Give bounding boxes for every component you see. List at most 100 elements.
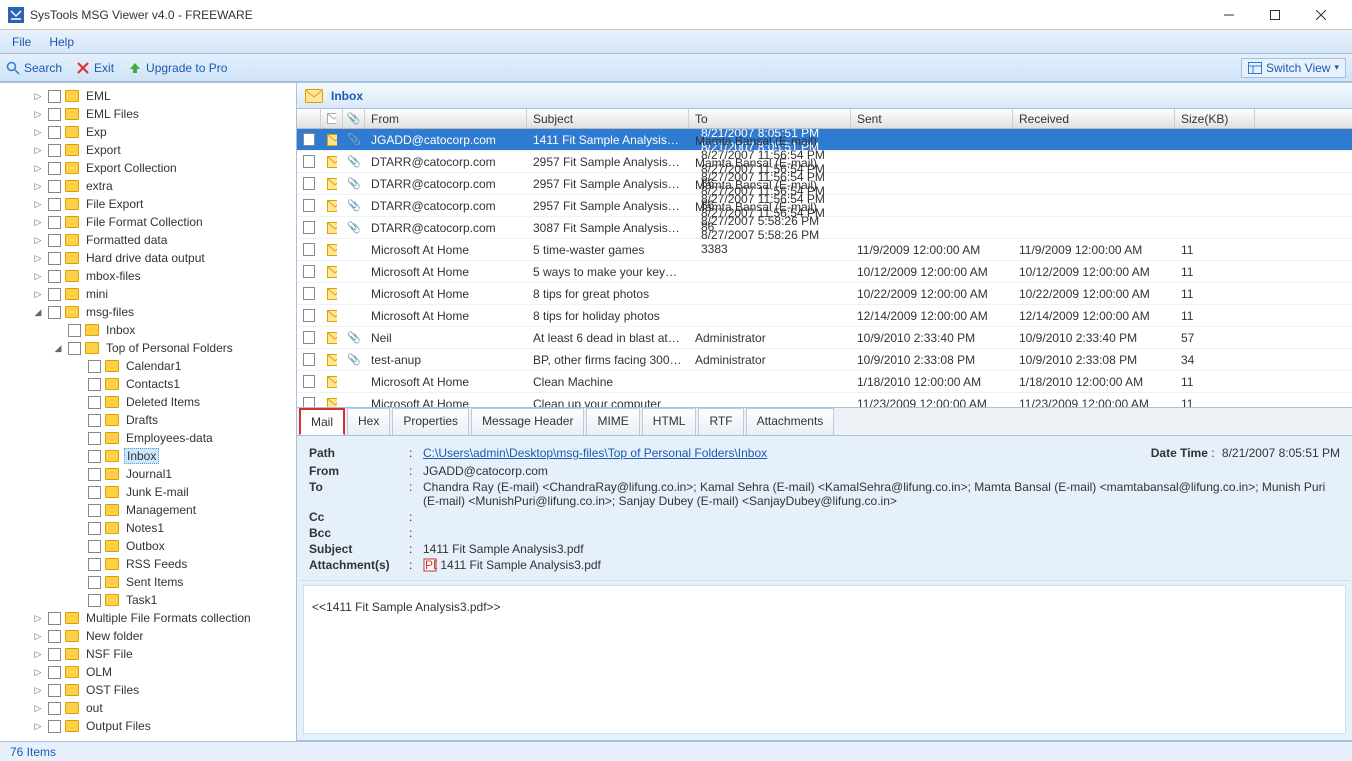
col-to[interactable]: To bbox=[689, 109, 851, 128]
tree-checkbox[interactable] bbox=[48, 684, 61, 697]
tree-checkbox[interactable] bbox=[48, 180, 61, 193]
menu-help[interactable]: Help bbox=[49, 35, 74, 49]
row-checkbox[interactable] bbox=[303, 375, 315, 388]
tree-item[interactable]: Inbox bbox=[0, 447, 296, 465]
tree-checkbox[interactable] bbox=[68, 342, 81, 355]
tab-hex[interactable]: Hex bbox=[347, 408, 390, 435]
tree-checkbox[interactable] bbox=[48, 162, 61, 175]
mail-row[interactable]: Microsoft At Home8 tips for holiday phot… bbox=[297, 305, 1352, 327]
expand-icon[interactable]: ▷ bbox=[32, 145, 44, 156]
row-checkbox[interactable] bbox=[303, 397, 315, 407]
upgrade-button[interactable]: Upgrade to Pro bbox=[128, 61, 227, 75]
tree-item[interactable]: Deleted Items bbox=[0, 393, 296, 411]
tree-checkbox[interactable] bbox=[88, 522, 101, 535]
tree-item[interactable]: ▷Export Collection bbox=[0, 159, 296, 177]
expand-icon[interactable]: ▷ bbox=[32, 631, 44, 642]
tree-item[interactable]: ▷NSF File bbox=[0, 645, 296, 663]
tree-item[interactable]: ▷EML Files bbox=[0, 105, 296, 123]
tree-checkbox[interactable] bbox=[48, 270, 61, 283]
tree-checkbox[interactable] bbox=[88, 594, 101, 607]
tree-item[interactable]: ▷EML bbox=[0, 87, 296, 105]
tree-checkbox[interactable] bbox=[48, 198, 61, 211]
row-checkbox[interactable] bbox=[303, 199, 315, 212]
col-subject[interactable]: Subject bbox=[527, 109, 689, 128]
tree-checkbox[interactable] bbox=[48, 216, 61, 229]
tab-message-header[interactable]: Message Header bbox=[471, 408, 584, 435]
tree-item[interactable]: Sent Items bbox=[0, 573, 296, 591]
tree-item[interactable]: Calendar1 bbox=[0, 357, 296, 375]
expand-icon[interactable]: ▷ bbox=[32, 271, 44, 282]
tree-item[interactable]: ▷Formatted data bbox=[0, 231, 296, 249]
mail-row[interactable]: Microsoft At Home8 tips for great photos… bbox=[297, 283, 1352, 305]
mail-row[interactable]: 📎test-anupBP, other firms facing 300 la.… bbox=[297, 349, 1352, 371]
tree-item[interactable]: Employees-data bbox=[0, 429, 296, 447]
row-checkbox[interactable] bbox=[303, 133, 315, 146]
tree-checkbox[interactable] bbox=[48, 234, 61, 247]
tree-checkbox[interactable] bbox=[88, 558, 101, 571]
expand-icon[interactable]: ▷ bbox=[32, 703, 44, 714]
tree-checkbox[interactable] bbox=[48, 288, 61, 301]
expand-icon[interactable]: ▷ bbox=[32, 613, 44, 624]
tree-item[interactable]: ▷File Export bbox=[0, 195, 296, 213]
tree-checkbox[interactable] bbox=[48, 90, 61, 103]
expand-icon[interactable]: ▷ bbox=[32, 181, 44, 192]
expand-icon[interactable]: ▷ bbox=[32, 685, 44, 696]
tree-item[interactable]: ▷Export bbox=[0, 141, 296, 159]
tree-checkbox[interactable] bbox=[48, 648, 61, 661]
tree-item[interactable]: ▷New folder bbox=[0, 627, 296, 645]
tree-item[interactable]: RSS Feeds bbox=[0, 555, 296, 573]
tree-checkbox[interactable] bbox=[88, 432, 101, 445]
expand-icon[interactable]: ◢ bbox=[52, 343, 64, 354]
row-checkbox[interactable] bbox=[303, 331, 315, 344]
maximize-button[interactable] bbox=[1252, 0, 1298, 30]
expand-icon[interactable]: ▷ bbox=[32, 289, 44, 300]
tree-checkbox[interactable] bbox=[48, 612, 61, 625]
col-icon[interactable] bbox=[321, 109, 343, 128]
tree-item[interactable]: ▷File Format Collection bbox=[0, 213, 296, 231]
tree-checkbox[interactable] bbox=[88, 396, 101, 409]
tree-checkbox[interactable] bbox=[88, 576, 101, 589]
menu-file[interactable]: File bbox=[12, 35, 31, 49]
tree-checkbox[interactable] bbox=[48, 306, 61, 319]
close-button[interactable] bbox=[1298, 0, 1344, 30]
mail-row[interactable]: Microsoft At Home5 ways to make your key… bbox=[297, 261, 1352, 283]
expand-icon[interactable]: ▷ bbox=[32, 649, 44, 660]
search-button[interactable]: Search bbox=[6, 61, 62, 75]
tab-mail[interactable]: Mail bbox=[299, 408, 345, 435]
mail-body[interactable]: <<1411 Fit Sample Analysis3.pdf>> bbox=[303, 585, 1346, 734]
tree-item[interactable]: ▷mini bbox=[0, 285, 296, 303]
attachments-value[interactable]: PDF 1411 Fit Sample Analysis3.pdf bbox=[423, 558, 1340, 572]
expand-icon[interactable]: ▷ bbox=[32, 163, 44, 174]
tree-checkbox[interactable] bbox=[88, 486, 101, 499]
tree-item[interactable]: Inbox bbox=[0, 321, 296, 339]
expand-icon[interactable]: ▷ bbox=[32, 109, 44, 120]
expand-icon[interactable]: ▷ bbox=[32, 217, 44, 228]
expand-icon[interactable]: ▷ bbox=[32, 199, 44, 210]
expand-icon[interactable]: ▷ bbox=[32, 667, 44, 678]
tree-item[interactable]: ◢Top of Personal Folders bbox=[0, 339, 296, 357]
tree-item[interactable]: ▷Multiple File Formats collection bbox=[0, 609, 296, 627]
tree-checkbox[interactable] bbox=[48, 108, 61, 121]
row-checkbox[interactable] bbox=[303, 309, 315, 322]
mail-row[interactable]: 📎DTARR@catocorp.com3087 Fit Sample Analy… bbox=[297, 217, 1352, 239]
row-checkbox[interactable] bbox=[303, 265, 315, 278]
tree-checkbox[interactable] bbox=[48, 126, 61, 139]
mail-row[interactable]: 📎NeilAt least 6 dead in blast at C...Adm… bbox=[297, 327, 1352, 349]
switch-view-button[interactable]: Switch View ▾ bbox=[1241, 58, 1346, 78]
row-checkbox[interactable] bbox=[303, 155, 315, 168]
tree-checkbox[interactable] bbox=[88, 378, 101, 391]
col-received[interactable]: Received bbox=[1013, 109, 1175, 128]
tree-item[interactable]: Contacts1 bbox=[0, 375, 296, 393]
folder-tree[interactable]: ▷EML▷EML Files▷Exp▷Export▷Export Collect… bbox=[0, 83, 297, 741]
tree-item[interactable]: ▷Hard drive data output bbox=[0, 249, 296, 267]
tree-checkbox[interactable] bbox=[48, 666, 61, 679]
tree-item[interactable]: Notes1 bbox=[0, 519, 296, 537]
expand-icon[interactable]: ▷ bbox=[32, 253, 44, 264]
tree-item[interactable]: ▷Exp bbox=[0, 123, 296, 141]
col-from[interactable]: From bbox=[365, 109, 527, 128]
expand-icon[interactable]: ▷ bbox=[32, 235, 44, 246]
tree-checkbox[interactable] bbox=[88, 504, 101, 517]
mail-row[interactable]: Microsoft At HomeClean Machine1/18/2010 … bbox=[297, 371, 1352, 393]
tree-checkbox[interactable] bbox=[88, 450, 101, 463]
minimize-button[interactable] bbox=[1206, 0, 1252, 30]
